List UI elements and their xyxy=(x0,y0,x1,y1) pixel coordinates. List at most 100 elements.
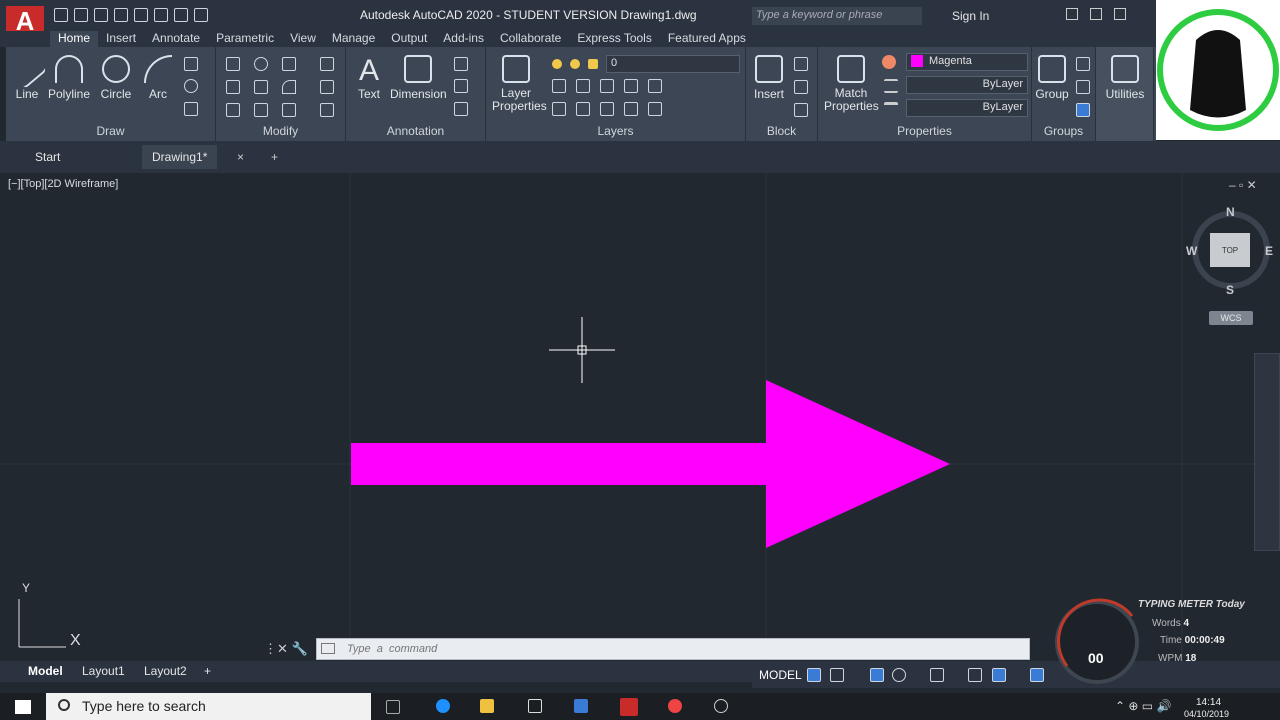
viewport-window-controls[interactable]: ‒ ▫ ✕ xyxy=(1229,178,1257,192)
layer-tool-10-icon[interactable] xyxy=(648,102,662,116)
move-icon[interactable] xyxy=(226,57,240,71)
compass-south[interactable]: S xyxy=(1226,283,1234,297)
command-close-icon[interactable]: ⋮✕ 🔧 xyxy=(264,641,308,657)
taskbar-search-box[interactable]: Type here to search xyxy=(46,693,371,720)
clock-time[interactable]: 14:14 xyxy=(1196,697,1221,708)
navigation-bar[interactable] xyxy=(1254,353,1280,551)
group-selection-icon[interactable] xyxy=(1076,103,1090,117)
obs-icon[interactable] xyxy=(714,699,728,713)
linetype-dropdown[interactable]: ByLayer xyxy=(906,76,1028,94)
trim-icon[interactable] xyxy=(282,57,296,71)
help-icon[interactable] xyxy=(1114,8,1126,20)
new-tab-icon[interactable]: + xyxy=(271,150,278,164)
annotation-visibility-icon[interactable] xyxy=(1030,668,1044,682)
layer-tool-7-icon[interactable] xyxy=(576,102,590,116)
tab-insert[interactable]: Insert xyxy=(98,31,144,47)
layer-properties-tool[interactable]: Layer Properties xyxy=(492,55,547,113)
layers-panel-label[interactable]: Layers xyxy=(486,124,745,138)
arc-tool[interactable]: Arc xyxy=(142,55,174,101)
tab-featured-apps[interactable]: Featured Apps xyxy=(660,31,754,47)
properties-panel-label[interactable]: Properties xyxy=(818,124,1031,138)
undo-icon[interactable] xyxy=(174,8,188,22)
hatch-icon[interactable] xyxy=(184,102,198,116)
groups-panel-label[interactable]: Groups xyxy=(1032,124,1095,138)
file-explorer-icon[interactable] xyxy=(480,699,494,713)
polyline-tool[interactable]: Polyline xyxy=(44,55,94,101)
group-tool[interactable]: Group xyxy=(1034,55,1070,101)
command-prompt-icon[interactable] xyxy=(321,643,335,654)
save-as-icon[interactable] xyxy=(114,8,128,22)
draw-panel-label[interactable]: Draw xyxy=(6,124,215,138)
circle-tool[interactable]: Circle xyxy=(98,55,134,101)
magenta-arrow[interactable] xyxy=(351,380,950,548)
tab-annotate[interactable]: Annotate xyxy=(144,31,208,47)
close-tab-icon[interactable]: × xyxy=(237,150,244,164)
a360-icon[interactable] xyxy=(1090,8,1102,20)
table-icon[interactable] xyxy=(454,102,468,116)
autocad-taskbar-icon[interactable] xyxy=(620,698,638,716)
edge-icon[interactable] xyxy=(436,699,450,713)
tab-add-ins[interactable]: Add-ins xyxy=(435,31,492,47)
copy-icon[interactable] xyxy=(226,80,240,94)
command-input[interactable] xyxy=(347,641,947,657)
compass-west[interactable]: W xyxy=(1186,244,1197,258)
new-icon[interactable] xyxy=(54,8,68,22)
clock-date[interactable]: 04/10/2019 xyxy=(1184,709,1229,719)
sign-in-button[interactable]: Sign In xyxy=(952,9,989,23)
cart-icon[interactable] xyxy=(1066,8,1078,20)
ungroup-icon[interactable] xyxy=(1076,57,1090,71)
snap-icon[interactable] xyxy=(830,668,844,682)
drawing-area[interactable] xyxy=(0,173,1280,661)
color-dropdown[interactable]: Magenta xyxy=(906,53,1028,71)
offset-icon[interactable] xyxy=(320,103,334,117)
dimension-tool[interactable]: Dimension xyxy=(390,55,447,101)
group-edit-icon[interactable] xyxy=(1076,80,1090,94)
array-icon[interactable] xyxy=(282,103,296,117)
drawing1-tab[interactable]: Drawing1* xyxy=(142,145,218,169)
layer-tool-2-icon[interactable] xyxy=(576,79,590,93)
object-snap-icon[interactable] xyxy=(992,668,1006,682)
rotate-icon[interactable] xyxy=(254,57,268,71)
layer-tool-1-icon[interactable] xyxy=(552,79,566,93)
polar-icon[interactable] xyxy=(892,668,906,682)
viewport-controls[interactable]: [−][Top][2D Wireframe] xyxy=(8,178,118,190)
mirror-icon[interactable] xyxy=(254,80,268,94)
web-mobile-icon[interactable] xyxy=(134,8,148,22)
object-snap-tracking-icon[interactable] xyxy=(968,668,982,682)
line-tool[interactable]: Line xyxy=(7,49,47,101)
wcs-menu[interactable]: WCS xyxy=(1209,311,1253,325)
model-space-button[interactable]: MODEL xyxy=(759,668,802,682)
linear-dim-icon[interactable] xyxy=(454,57,468,71)
modify-panel-label[interactable]: Modify xyxy=(216,124,345,138)
tab-manage[interactable]: Manage xyxy=(324,31,383,47)
layer-lock-icon[interactable] xyxy=(588,59,598,69)
text-tool[interactable]: A Text xyxy=(354,55,384,102)
annotation-panel-label[interactable]: Annotation xyxy=(346,124,485,138)
tab-output[interactable]: Output xyxy=(383,31,435,47)
ellipse-icon[interactable] xyxy=(184,79,198,93)
grid-icon[interactable] xyxy=(807,668,821,682)
layer-dropdown[interactable]: 0 xyxy=(606,55,740,73)
create-block-icon[interactable] xyxy=(794,57,808,71)
redo-icon[interactable] xyxy=(194,8,208,22)
open-icon[interactable] xyxy=(74,8,88,22)
start-tab[interactable]: Start xyxy=(35,150,60,164)
layer-tool-8-icon[interactable] xyxy=(600,102,614,116)
help-search-input[interactable]: Type a keyword or phrase xyxy=(752,7,922,25)
isodraft-icon[interactable] xyxy=(930,668,944,682)
save-icon[interactable] xyxy=(94,8,108,22)
plot-icon[interactable] xyxy=(154,8,168,22)
utilities-tool[interactable]: Utilities xyxy=(1102,55,1148,101)
leader-icon[interactable] xyxy=(454,79,468,93)
match-properties-tool[interactable]: Match Properties xyxy=(824,55,879,113)
scale-icon[interactable] xyxy=(254,103,268,117)
mail-icon[interactable] xyxy=(528,699,542,713)
layer-tool-5-icon[interactable] xyxy=(648,79,662,93)
model-tab[interactable]: Model xyxy=(28,664,63,678)
chrome-icon[interactable] xyxy=(668,699,682,713)
edit-attributes-icon[interactable] xyxy=(794,103,808,117)
layer-tool-6-icon[interactable] xyxy=(552,102,566,116)
tray-icons[interactable]: ⌃ ⊕ ▭ 🔊 xyxy=(1115,699,1171,713)
tab-view[interactable]: View xyxy=(282,31,324,47)
rectangle-icon[interactable] xyxy=(184,57,198,71)
